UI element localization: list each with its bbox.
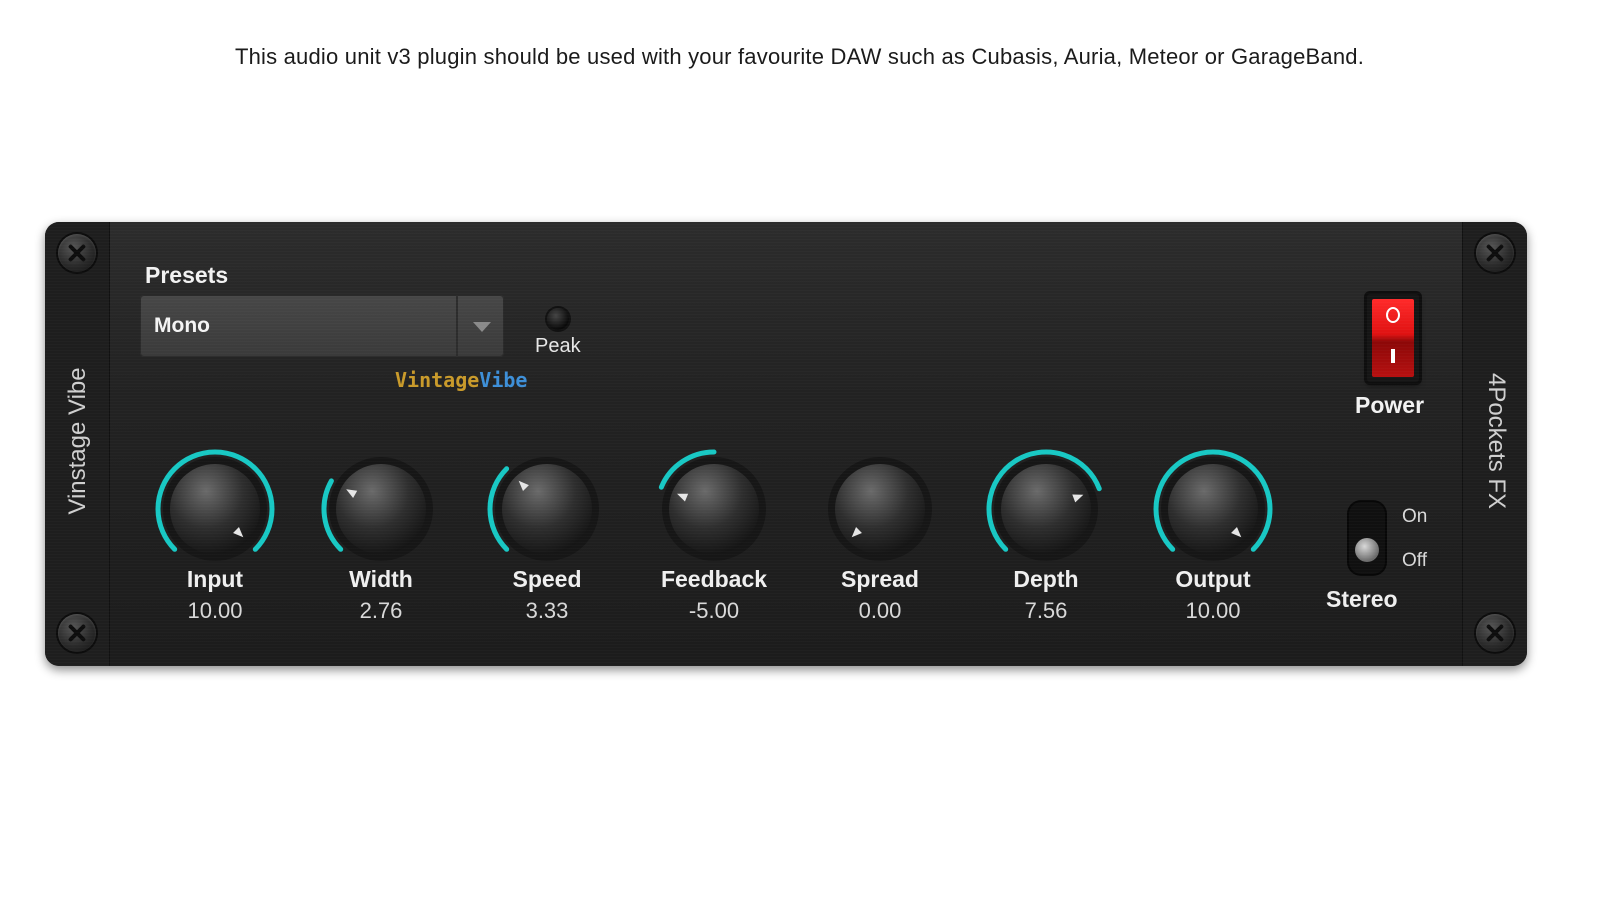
screw-icon xyxy=(58,614,96,652)
knob-graphic xyxy=(1153,449,1273,561)
knob-body xyxy=(835,464,925,554)
presets-label: Presets xyxy=(145,262,229,288)
plugin-panel: Vinstage Vibe 4Pockets FX Presets Mono V… xyxy=(45,222,1527,666)
stereo-toggle[interactable] xyxy=(1349,502,1385,574)
knob-body xyxy=(336,464,426,554)
description-caption: This audio unit v3 plugin should be used… xyxy=(234,44,1365,69)
power-label: Power xyxy=(1355,392,1425,418)
knob-body xyxy=(502,464,592,554)
knob-body xyxy=(1001,464,1091,554)
power-off-symbol-icon xyxy=(1386,307,1400,323)
screw-icon xyxy=(1476,234,1514,272)
knob-body xyxy=(170,464,260,554)
knob-feedback[interactable] xyxy=(649,444,779,574)
knob-value: 0.00 xyxy=(858,598,902,623)
knob-speed[interactable] xyxy=(482,444,612,574)
knob-value: -5.00 xyxy=(688,598,740,623)
knob-value: 2.76 xyxy=(359,598,403,623)
presets-dropdown[interactable]: Mono xyxy=(140,295,504,357)
knob-value: 10.00 xyxy=(187,598,243,623)
knob-value: 3.33 xyxy=(525,598,569,623)
knob-depth[interactable] xyxy=(981,444,1111,574)
power-switch[interactable] xyxy=(1367,294,1419,382)
knob-output[interactable] xyxy=(1148,444,1278,574)
power-rocker xyxy=(1372,299,1414,377)
logo-text-part2: Vibe xyxy=(479,368,528,392)
toggle-lever xyxy=(1355,538,1379,562)
knob-label: Depth xyxy=(1013,566,1079,592)
knob-width[interactable] xyxy=(316,444,446,574)
knob-label: Input xyxy=(186,566,244,592)
screw-icon xyxy=(58,234,96,272)
peak-label: Peak xyxy=(535,335,581,357)
knob-label: Speed xyxy=(512,566,582,592)
knob-label: Spread xyxy=(841,566,919,592)
plugin-name: Vinstage Vibe xyxy=(64,367,91,515)
right-rail: 4Pockets FX xyxy=(1462,222,1527,666)
knob-body xyxy=(669,464,759,554)
knob-label: Output xyxy=(1175,566,1251,592)
knob-graphic xyxy=(321,457,433,561)
knob-graphic xyxy=(658,449,766,561)
vintage-vibe-logo: VintageVibe xyxy=(395,368,527,392)
knob-value: 10.00 xyxy=(1185,598,1241,623)
vendor-name: 4Pockets FX xyxy=(1483,372,1510,510)
knob-value: 7.56 xyxy=(1024,598,1068,623)
knob-label: Feedback xyxy=(660,566,768,592)
knob-label: Width xyxy=(349,566,413,592)
stereo-label: Stereo xyxy=(1326,586,1398,612)
chevron-down-icon[interactable] xyxy=(456,295,504,357)
knob-input[interactable] xyxy=(150,444,280,574)
knob-graphic xyxy=(155,449,275,561)
peak-led-icon xyxy=(547,308,569,330)
knob-graphic xyxy=(986,449,1102,561)
knob-body xyxy=(1168,464,1258,554)
knob-graphic xyxy=(828,457,932,561)
power-on-symbol-icon xyxy=(1391,349,1395,363)
knob-spread[interactable] xyxy=(815,444,945,574)
stereo-off-label: Off xyxy=(1402,550,1427,571)
left-rail: Vinstage Vibe xyxy=(45,222,110,666)
stereo-on-label: On xyxy=(1402,506,1428,527)
logo-text-part1: Vintage xyxy=(395,368,480,392)
screw-icon xyxy=(1476,614,1514,652)
knob-graphic xyxy=(487,457,599,561)
preset-selected-value: Mono xyxy=(154,314,210,337)
